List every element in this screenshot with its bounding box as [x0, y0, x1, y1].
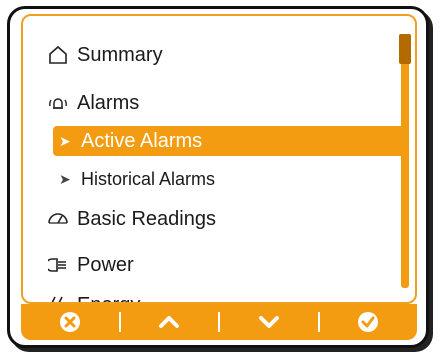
energy-icon — [47, 294, 69, 302]
menu-item-basic-readings[interactable]: Basic Readings — [47, 202, 216, 236]
chevron-down-icon — [258, 316, 279, 328]
softkey-bar — [21, 304, 417, 340]
check-circle-icon — [358, 312, 379, 332]
menu-item-label: Energy — [77, 294, 140, 303]
menu-item-summary[interactable]: Summary — [47, 38, 163, 72]
menu-screen: Summary Alarms ➤ Active Alarms ➤ Histori… — [21, 14, 417, 304]
menu-item-energy[interactable]: Energy — [47, 288, 140, 303]
gauge-icon — [47, 208, 69, 230]
power-plug-icon — [47, 254, 69, 276]
up-button[interactable] — [121, 304, 219, 340]
menu-item-alarms[interactable]: Alarms — [47, 86, 139, 120]
scrollbar-thumb[interactable] — [399, 34, 411, 64]
down-button[interactable] — [220, 304, 318, 340]
cancel-button[interactable] — [21, 304, 119, 340]
menu-item-label: Alarms — [77, 91, 140, 114]
chevron-right-icon: ➤ — [59, 170, 71, 187]
chevron-right-icon: ➤ — [59, 132, 71, 149]
chevron-up-icon — [159, 316, 180, 328]
home-icon — [47, 44, 69, 66]
menu-item-historical-alarms[interactable]: ➤ Historical Alarms — [57, 162, 215, 196]
menu-item-label: Active Alarms — [81, 129, 203, 152]
confirm-button[interactable] — [320, 304, 418, 340]
menu-item-label: Power — [77, 253, 134, 276]
scrollbar[interactable] — [399, 34, 411, 288]
menu-item-label: Basic Readings — [77, 207, 216, 230]
menu-item-label: Summary — [77, 43, 163, 66]
alarm-icon — [47, 92, 69, 114]
menu-item-label: Historical Alarms — [81, 168, 216, 189]
menu-item-power[interactable]: Power — [47, 248, 134, 282]
cancel-circle-icon — [59, 312, 80, 332]
menu-item-active-alarms[interactable]: ➤ Active Alarms — [53, 126, 407, 156]
